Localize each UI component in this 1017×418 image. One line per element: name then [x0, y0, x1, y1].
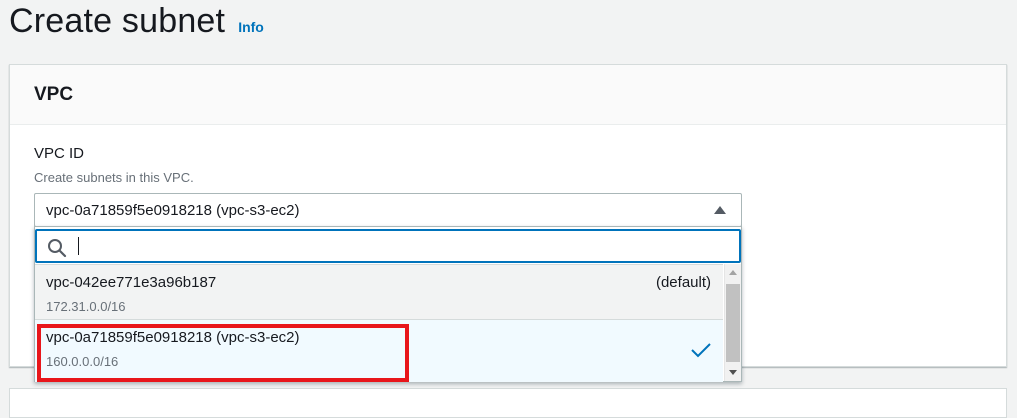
search-icon	[48, 239, 67, 258]
vpc-option-cidr: 172.31.0.0/16	[46, 299, 126, 314]
page-header: Create subnet Info	[9, 2, 264, 41]
page-title: Create subnet	[9, 2, 226, 40]
scroll-thumb[interactable]	[726, 284, 740, 362]
vpc-id-label: VPC ID	[34, 145, 85, 162]
vpc-id-description: Create subnets in this VPC.	[34, 170, 194, 185]
vpc-panel: VPC VPC ID Create subnets in this VPC. v…	[9, 64, 1007, 382]
panel-header: VPC	[10, 65, 1006, 125]
next-panel	[9, 388, 1007, 418]
scroll-down-icon[interactable]	[729, 370, 737, 375]
dropdown-scrollbar[interactable]	[724, 264, 741, 381]
caret-up-icon	[714, 206, 726, 214]
vpc-id-select[interactable]: vpc-0a71859f5e0918218 (vpc-s3-ec2)	[34, 193, 742, 227]
panel-title: VPC	[34, 83, 74, 105]
vpc-option[interactable]: vpc-042ee771e3a96b187 172.31.0.0/16 (def…	[35, 264, 723, 320]
highlight-annotation	[37, 324, 409, 382]
search-box[interactable]	[35, 229, 741, 263]
info-link[interactable]: Info	[238, 19, 264, 35]
vpc-option-label: vpc-042ee771e3a96b187	[46, 274, 217, 291]
vpc-id-selected-value: vpc-0a71859f5e0918218 (vpc-s3-ec2)	[46, 201, 300, 219]
default-tag: (default)	[655, 274, 711, 291]
search-input[interactable]	[77, 235, 717, 257]
text-cursor	[78, 237, 79, 255]
vpc-option-selected[interactable]: vpc-0a71859f5e0918218 (vpc-s3-ec2) 160.0…	[35, 320, 723, 382]
vpc-dropdown-list: vpc-042ee771e3a96b187 172.31.0.0/16 (def…	[34, 226, 742, 382]
check-icon	[691, 343, 711, 358]
scroll-up-icon[interactable]	[729, 270, 737, 275]
